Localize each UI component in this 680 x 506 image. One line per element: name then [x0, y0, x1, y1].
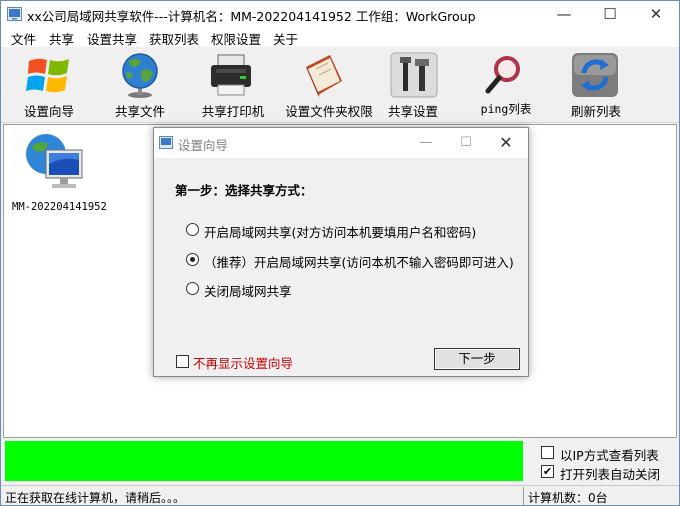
option-label[interactable]: 打开列表自动关闭	[560, 464, 660, 483]
maximize-button[interactable]: ☐	[587, 1, 633, 27]
progress-fill	[5, 441, 523, 481]
computer-count: 计算机数：0台	[528, 491, 608, 505]
dialog-minimize-button[interactable]: —	[406, 128, 446, 158]
next-button[interactable]: 下一步	[434, 348, 520, 370]
magnifier-icon	[485, 56, 520, 94]
toolbar-share-files-button[interactable]: 共享文件	[97, 49, 183, 121]
option-label[interactable]: 开启局域网共享(对方访问本机要填用户名和密码)	[204, 222, 476, 241]
progress-bar	[5, 441, 523, 481]
auto-close-checkbox[interactable]: ✔	[541, 465, 554, 478]
radio-button[interactable]	[186, 282, 199, 295]
dialog-maximize-button[interactable]: ☐	[446, 128, 486, 158]
option-label[interactable]: 关闭局域网共享	[204, 281, 292, 300]
radio-button-selected[interactable]	[186, 253, 199, 266]
toolbar-share-settings-button[interactable]: 共享设置	[383, 49, 443, 121]
title-bar: xx公司局域网共享软件---计算机名：MM-202204141952 工作组：W…	[1, 1, 679, 27]
menu-get-list[interactable]: 获取列表	[149, 29, 199, 48]
app-icon	[7, 7, 22, 21]
minimize-button[interactable]: —	[541, 1, 587, 27]
view-by-ip-checkbox[interactable]	[541, 446, 554, 459]
option-label[interactable]: 以IP方式查看列表	[560, 445, 659, 464]
main-window: xx公司局域网共享软件---计算机名：MM-202204141952 工作组：W…	[0, 0, 680, 506]
status-message: 正在获取在线计算机，请稍后。。。	[5, 491, 186, 505]
radio-button[interactable]	[186, 223, 199, 236]
step-heading: 第一步：选择共享方式：	[175, 183, 313, 198]
dont-show-label[interactable]: 不再显示设置向导	[193, 353, 293, 372]
book-icon	[306, 55, 342, 97]
app-icon	[159, 136, 173, 149]
printer-icon	[211, 54, 251, 96]
status-bar: 正在获取在线计算机，请稍后。。。 计算机数：0台	[1, 485, 679, 505]
setup-wizard-dialog: 设置向导 — ☐ ✕ 第一步：选择共享方式： 开启局域网共享(对方访问本机要填用…	[153, 127, 529, 377]
dont-show-checkbox[interactable]	[176, 355, 189, 368]
globe-icon	[122, 53, 158, 98]
menu-about[interactable]: 关于	[273, 29, 298, 48]
toolbar: 设置向导 共享文件 共享打印机 设置文件夹权限 共享设置 ping列表 刷新列表	[1, 47, 679, 123]
windows-logo-icon	[26, 58, 69, 93]
window-title: xx公司局域网共享软件---计算机名：MM-202204141952 工作组：W…	[27, 9, 476, 24]
tools-icon	[390, 52, 438, 98]
option-label[interactable]: （推荐）开启局域网共享(访问本机不输入密码即可进入)	[204, 252, 514, 271]
dialog-title: 设置向导	[178, 138, 229, 153]
toolbar-refresh-list-button[interactable]: 刷新列表	[561, 49, 631, 121]
dialog-title-bar: 设置向导 — ☐ ✕	[154, 128, 528, 158]
menu-permissions[interactable]: 权限设置	[211, 29, 261, 48]
menu-share[interactable]: 共享	[49, 29, 74, 48]
refresh-icon	[572, 53, 618, 97]
toolbar-label: 刷新列表	[570, 104, 621, 119]
computer-name: MM-202204141952	[12, 201, 107, 213]
network-computer-icon	[26, 134, 83, 188]
close-button[interactable]: ✕	[633, 1, 679, 27]
status-divider	[523, 487, 524, 505]
menu-bar: 文件 共享 设置共享 获取列表 权限设置 关于	[1, 27, 679, 47]
toolbar-ping-list-button[interactable]: ping列表	[471, 49, 541, 121]
dialog-close-button[interactable]: ✕	[486, 128, 526, 158]
menu-file[interactable]: 文件	[11, 29, 36, 48]
menu-share-settings[interactable]: 设置共享	[87, 29, 137, 48]
toolbar-share-printer-button[interactable]: 共享打印机	[191, 49, 275, 121]
